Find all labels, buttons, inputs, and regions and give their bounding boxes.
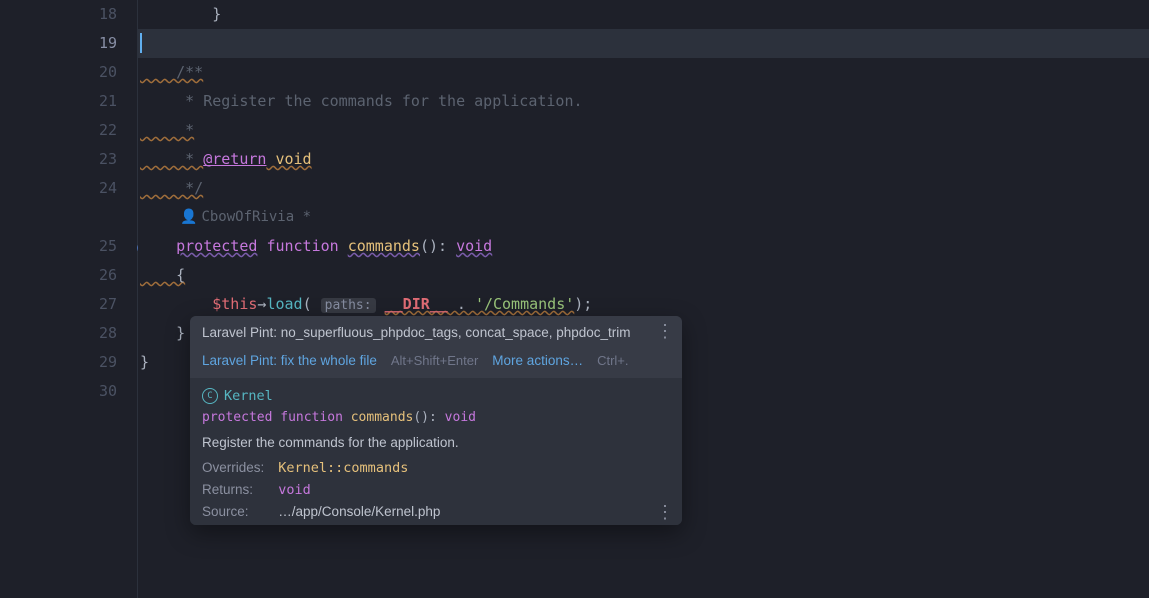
more-actions-shortcut: Ctrl+.	[597, 353, 628, 368]
line-number[interactable]: 28	[0, 319, 117, 348]
token-func: commands	[348, 237, 420, 255]
code-line[interactable]: protected function commands(): void	[138, 232, 1149, 261]
quick-doc-body: C Kernel protected function commands(): …	[190, 378, 682, 525]
inspection-popup: Laravel Pint: no_superfluous_phpdoc_tags…	[190, 316, 682, 525]
inspection-header: Laravel Pint: no_superfluous_phpdoc_tags…	[190, 316, 682, 349]
token-brace: }	[140, 324, 185, 342]
line-number[interactable]: 20	[0, 58, 117, 87]
quick-doc-table: Overrides: Kernel::commands Returns: voi…	[202, 460, 670, 519]
line-number[interactable]: 30	[0, 377, 117, 406]
code-editor: 18 19 20 21 22 23 24 25 26 27 28 2	[0, 0, 1149, 598]
line-number[interactable]: 21	[0, 87, 117, 116]
code-line[interactable]: * @return void	[138, 145, 1149, 174]
sp	[376, 295, 385, 313]
token-concat: .	[448, 295, 475, 313]
token-comment: Register the commands for the applicatio…	[203, 92, 582, 110]
returns-label: Returns:	[202, 482, 264, 498]
token-brace: }	[140, 5, 221, 23]
line-number[interactable]: 24	[0, 174, 117, 203]
line-number[interactable]: 23	[0, 145, 117, 174]
line-number[interactable]: 18	[0, 0, 117, 29]
token-comment: *	[140, 121, 194, 139]
fix-file-link[interactable]: Laravel Pint: fix the whole file	[202, 353, 377, 368]
quick-doc-description: Register the commands for the applicatio…	[202, 435, 670, 450]
line-number[interactable]: 22	[0, 116, 117, 145]
line-number[interactable]: 25	[0, 232, 117, 261]
author-gutter-slot	[0, 203, 117, 232]
line-number[interactable]: 19	[0, 29, 117, 58]
text-cursor	[140, 33, 142, 53]
code-line[interactable]: * Register the commands for the applicat…	[138, 87, 1149, 116]
more-icon[interactable]: ⋮	[656, 503, 674, 521]
param-hint: paths:	[321, 298, 376, 313]
sig-parens: ()	[413, 410, 429, 425]
returns-value: void	[278, 482, 670, 498]
token-punct: ()	[420, 237, 438, 255]
class-name: Kernel	[224, 388, 273, 404]
sig-fn: commands	[351, 410, 414, 425]
token-type: void	[456, 237, 492, 255]
overrides-value[interactable]: Kernel::commands	[278, 460, 670, 476]
token-comment: *	[140, 150, 203, 168]
token-var: $this	[212, 295, 257, 313]
inspection-diagnostic: Laravel Pint: no_superfluous_phpdoc_tags…	[202, 325, 631, 340]
line-number[interactable]: 29	[0, 348, 117, 377]
line-number[interactable]: 26	[0, 261, 117, 290]
overrides-label: Overrides:	[202, 460, 264, 476]
code-line[interactable]: }	[138, 0, 1149, 29]
code-line-current[interactable]	[138, 29, 1149, 58]
sig-colon: :	[429, 410, 445, 425]
code-line[interactable]: /**	[138, 58, 1149, 87]
token-type: void	[266, 150, 311, 168]
sig-kw: protected	[202, 410, 272, 425]
token-punct: );	[574, 295, 592, 313]
token-keyword: protected	[176, 237, 257, 255]
token-string: '/Commands'	[475, 295, 574, 313]
inspection-actions: Laravel Pint: fix the whole file Alt+Shi…	[190, 349, 682, 378]
more-icon[interactable]: ⋮	[656, 322, 674, 340]
token-comment: /**	[140, 63, 203, 81]
token-punct: (	[303, 295, 312, 313]
token-method: load	[266, 295, 302, 313]
author-name: CbowOfRivia *	[201, 209, 311, 225]
sig-ret: void	[445, 410, 476, 425]
line-number[interactable]: 27	[0, 290, 117, 319]
token-comment: *	[140, 92, 203, 110]
code-line[interactable]: $this→load( paths: __DIR__ . '/Commands'…	[138, 290, 1149, 319]
code-line[interactable]: *	[138, 116, 1149, 145]
source-value[interactable]: …/app/Console/Kernel.php	[278, 504, 670, 519]
token-brace: }	[140, 353, 149, 371]
token-const: __DIR__	[385, 295, 448, 313]
source-label: Source:	[202, 504, 264, 519]
person-icon: 👤	[180, 209, 197, 225]
quick-doc-signature: protected function commands(): void	[202, 410, 670, 425]
class-icon: C	[202, 388, 218, 404]
token-comment: */	[140, 179, 203, 197]
fix-shortcut: Alt+Shift+Enter	[391, 353, 478, 368]
token-keyword: function	[266, 237, 338, 255]
code-author-annotation[interactable]: 👤CbowOfRivia *	[138, 203, 1149, 232]
token-doctag: @return	[203, 150, 266, 168]
token-brace: {	[140, 266, 185, 284]
more-actions-link[interactable]: More actions…	[492, 353, 583, 368]
indent	[140, 295, 212, 313]
token-punct: :	[438, 237, 456, 255]
code-line[interactable]: */	[138, 174, 1149, 203]
sig-kw: function	[280, 410, 343, 425]
code-line[interactable]: {	[138, 261, 1149, 290]
quick-doc-class[interactable]: C Kernel	[202, 388, 670, 404]
line-gutter: 18 19 20 21 22 23 24 25 26 27 28 2	[0, 0, 138, 598]
